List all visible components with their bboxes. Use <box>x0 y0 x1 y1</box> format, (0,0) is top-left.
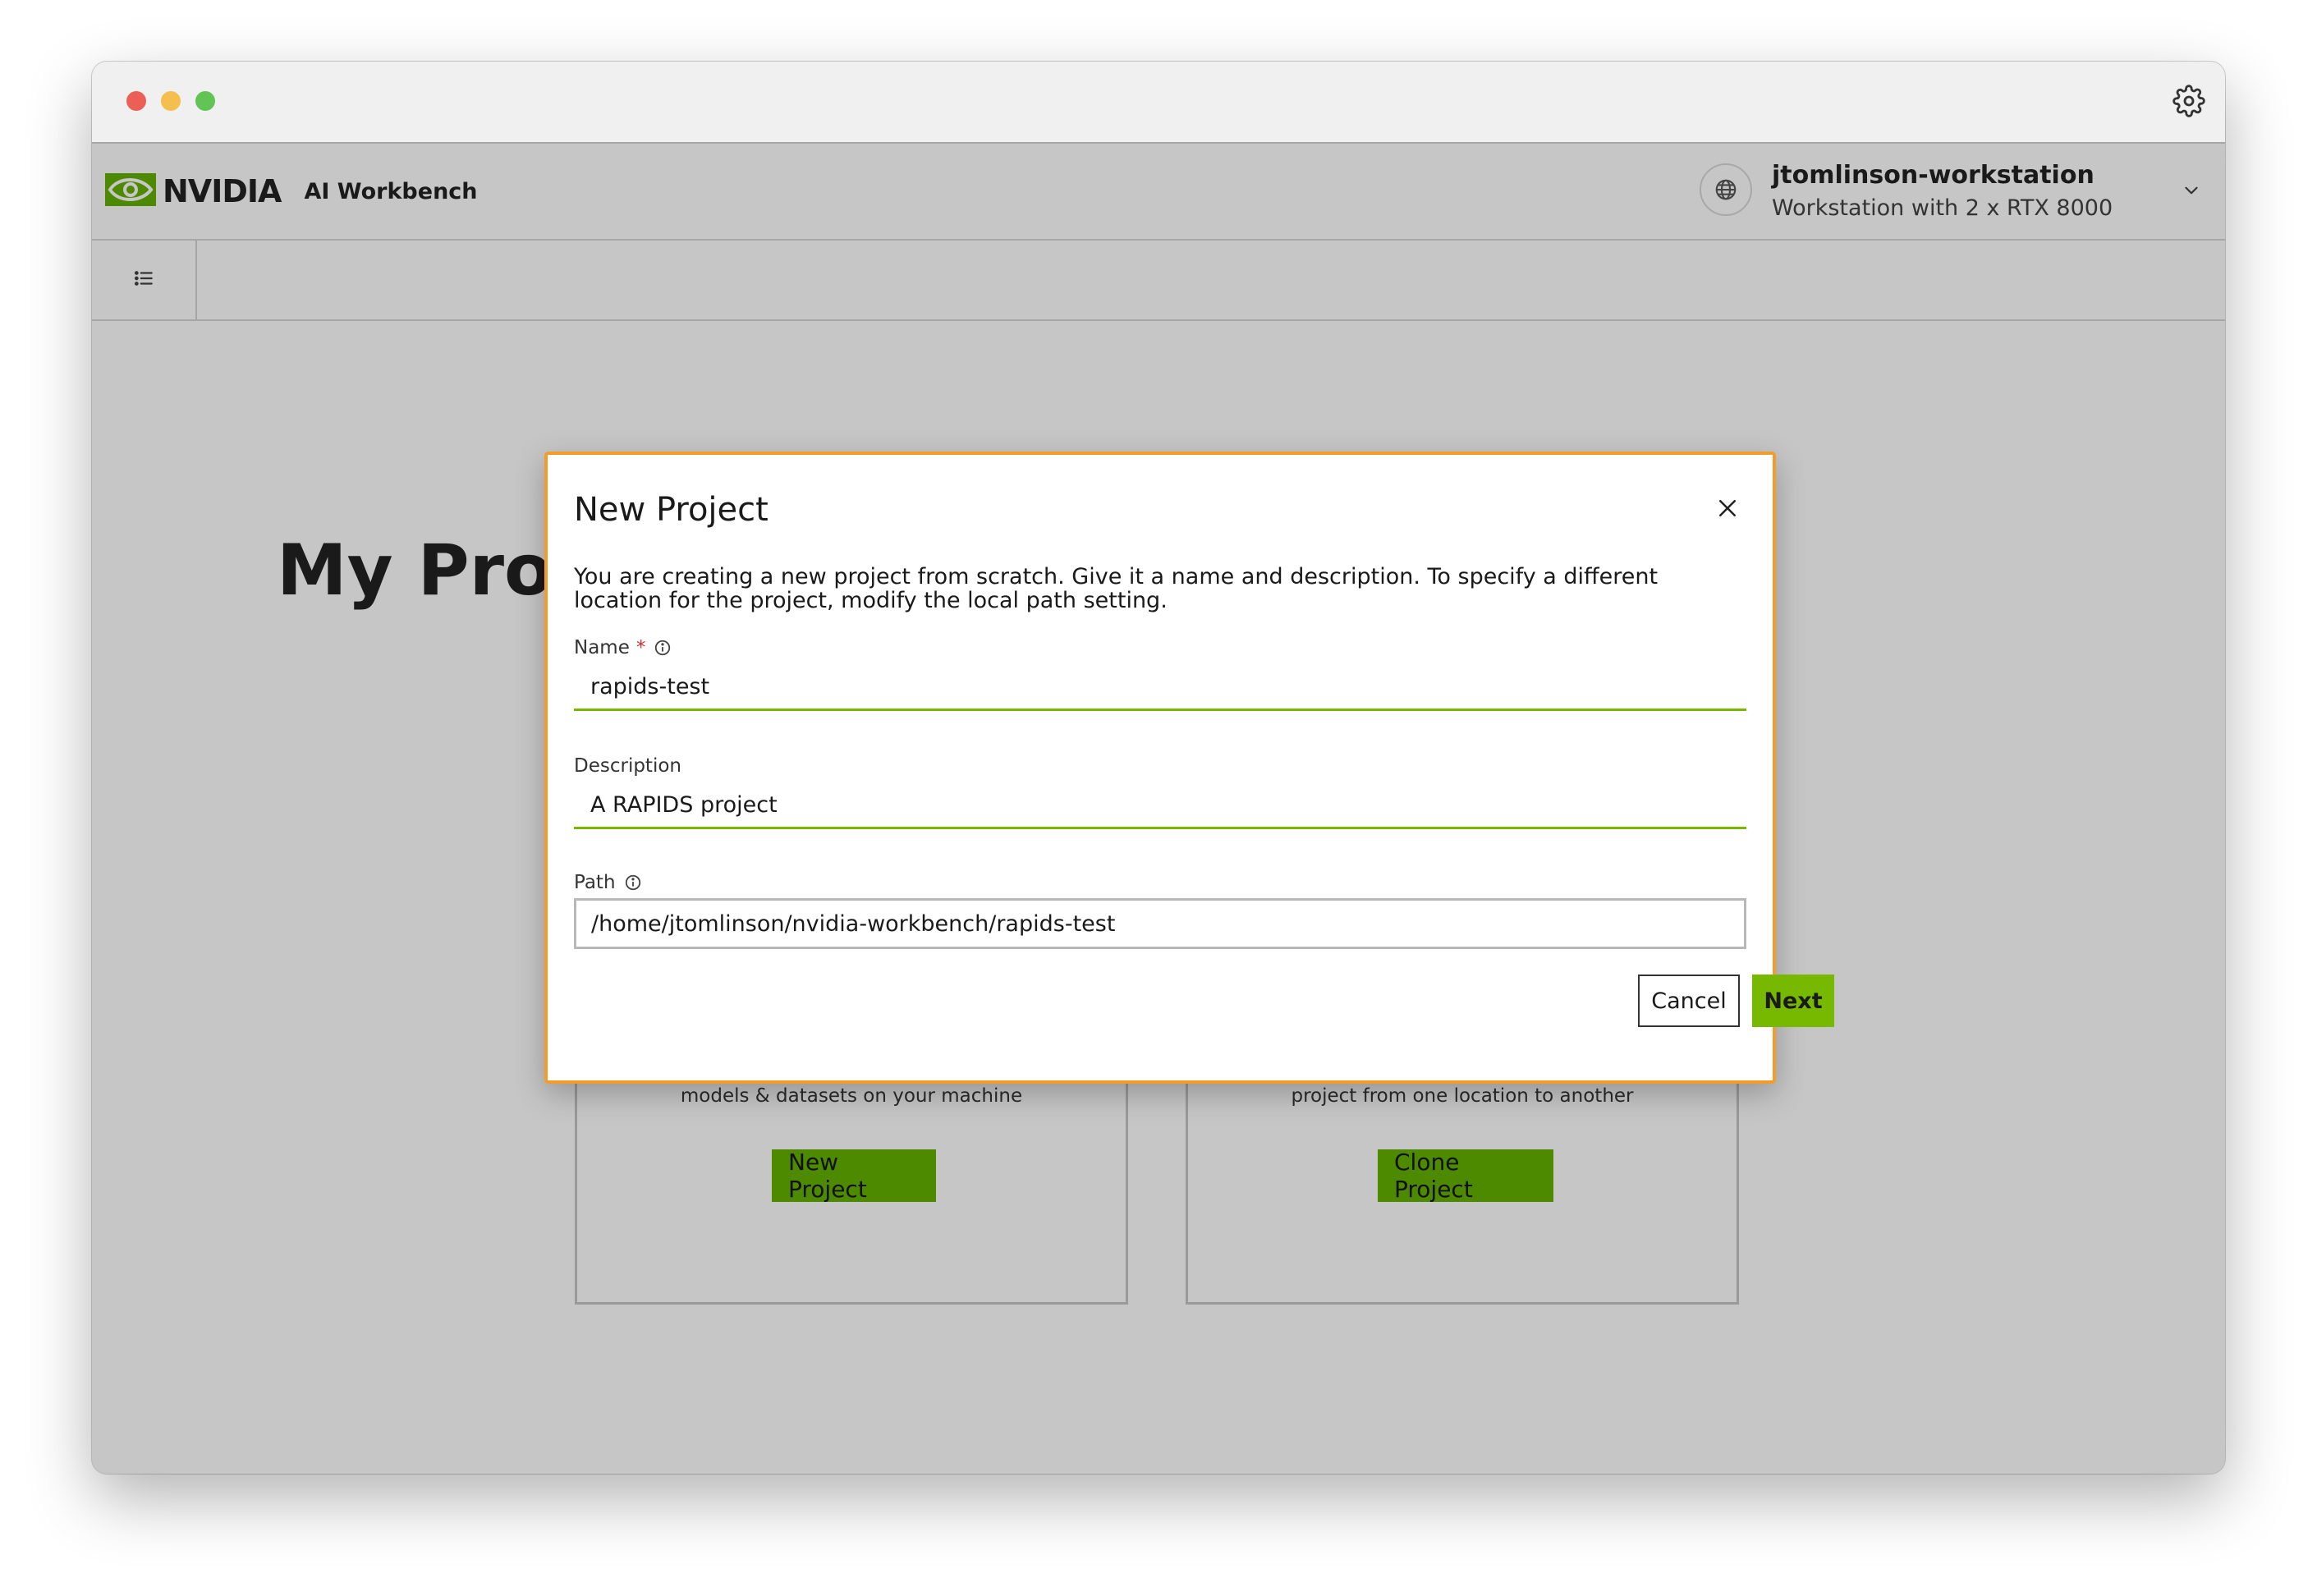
page-title: My Proj <box>277 530 577 612</box>
path-input[interactable] <box>574 898 1746 949</box>
sidebar-toggle-button[interactable] <box>92 241 197 319</box>
new-project-dialog: New Project You are creating a new proje… <box>544 452 1834 1084</box>
description-input[interactable] <box>574 783 1746 829</box>
info-icon[interactable] <box>654 639 672 657</box>
minimize-window-button[interactable] <box>161 91 181 111</box>
name-field-label: Name * <box>574 637 672 658</box>
clone-project-button[interactable]: Clone Project <box>1378 1149 1553 1203</box>
app-header: NVIDIA AI Workbench jtomlinson-workstati… <box>92 144 2225 241</box>
dialog-title: New Project <box>574 491 769 529</box>
location-description: Workstation with 2 x RTX 8000 <box>1772 195 2113 221</box>
new-project-button[interactable]: New Project <box>772 1149 936 1203</box>
list-icon <box>133 268 154 292</box>
cancel-button[interactable]: Cancel <box>1638 975 1740 1027</box>
description-field-label: Description <box>574 755 681 777</box>
new-project-card: models & datasets on your machine New Pr… <box>575 1047 1128 1305</box>
description-label: Description <box>574 755 681 777</box>
name-label: Name <box>574 637 630 658</box>
path-field-label: Path <box>574 872 642 893</box>
nvidia-logo-icon <box>105 173 156 209</box>
location-name: jtomlinson-workstation <box>1772 161 2094 190</box>
info-icon[interactable] <box>624 874 642 892</box>
path-label: Path <box>574 872 616 893</box>
title-bar <box>92 62 2225 144</box>
toolbar <box>92 241 2225 321</box>
settings-gear-icon[interactable] <box>2172 85 2205 117</box>
zoom-window-button[interactable] <box>195 91 215 111</box>
name-input[interactable] <box>574 665 1746 711</box>
close-window-button[interactable] <box>126 91 146 111</box>
globe-icon[interactable] <box>1700 163 1752 216</box>
brand-wordmark: NVIDIA <box>163 173 282 209</box>
brand-logo: NVIDIA AI Workbench <box>105 170 478 213</box>
card-description: project from one location to another <box>1291 1085 1634 1107</box>
location-selector[interactable]: jtomlinson-workstation Workstation with … <box>1772 158 2113 224</box>
next-button[interactable]: Next <box>1752 975 1834 1027</box>
clone-project-card: project from one location to another Clo… <box>1186 1047 1739 1305</box>
required-asterisk: * <box>635 637 646 658</box>
close-icon[interactable] <box>1715 496 1740 521</box>
app-name: AI Workbench <box>304 178 478 204</box>
chevron-down-icon[interactable] <box>2181 180 2202 201</box>
dialog-description: You are creating a new project from scra… <box>574 564 1659 613</box>
card-description: models & datasets on your machine <box>680 1085 1023 1107</box>
app-window: NVIDIA AI Workbench jtomlinson-workstati… <box>92 62 2225 1474</box>
